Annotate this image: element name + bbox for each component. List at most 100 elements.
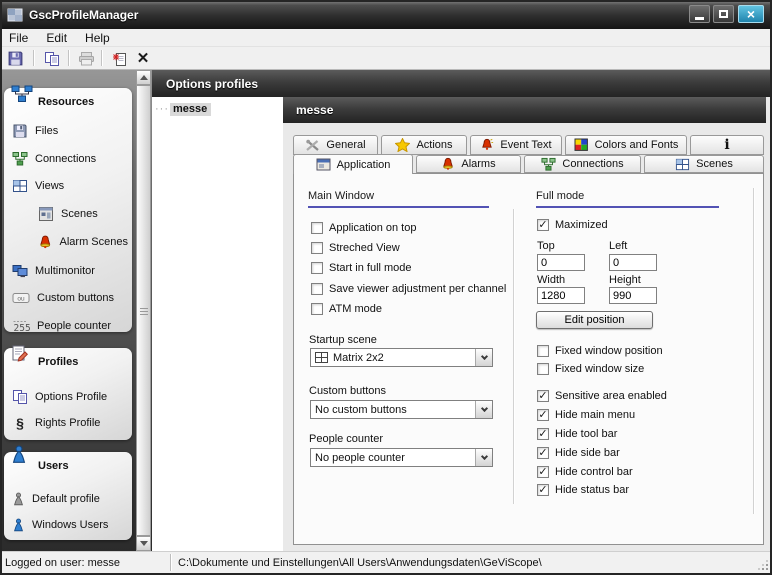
- dropdown-arrow-button[interactable]: [475, 349, 492, 366]
- sidebar-scrollbar[interactable]: [136, 70, 151, 551]
- checkbox[interactable]: [537, 219, 549, 231]
- scroll-up-button[interactable]: [136, 70, 151, 85]
- sidebar-item-rights-profile[interactable]: § Rights Profile: [12, 414, 124, 432]
- menu-help[interactable]: Help: [76, 29, 119, 47]
- checkbox-hide-control-bar[interactable]: Hide control bar: [537, 465, 633, 479]
- menu-bar: File Edit Help: [0, 29, 772, 47]
- custom-buttons-dropdown[interactable]: No custom buttons: [310, 400, 493, 419]
- close-button[interactable]: ×: [738, 5, 764, 23]
- thumb-grip: [140, 308, 148, 309]
- maximize-button[interactable]: [713, 5, 734, 23]
- tab-info[interactable]: i: [690, 135, 764, 155]
- tree-item-messe[interactable]: ··· messe: [155, 101, 211, 117]
- scroll-down-button[interactable]: [136, 536, 151, 551]
- people-counter-dropdown[interactable]: No people counter: [310, 448, 493, 467]
- width-input[interactable]: [537, 287, 585, 304]
- tab-application[interactable]: Application: [293, 154, 413, 174]
- tab-general[interactable]: General: [293, 135, 378, 155]
- sidebar-item-views[interactable]: Views: [12, 177, 124, 195]
- checkbox-streched-view[interactable]: Streched View: [311, 241, 400, 255]
- edit-position-button[interactable]: Edit position: [536, 311, 653, 329]
- colors-icon: [574, 138, 589, 152]
- checkbox-application-on-top[interactable]: Application on top: [311, 221, 416, 235]
- dropdown-arrow-button[interactable]: [475, 449, 492, 466]
- checkbox-save-viewer-adjustment[interactable]: Save viewer adjustment per channel: [311, 282, 506, 296]
- left-input[interactable]: [609, 254, 657, 271]
- tab-event-text[interactable]: Event Text: [470, 135, 562, 155]
- profiles-icon: [10, 344, 30, 367]
- resize-grip[interactable]: [766, 568, 768, 570]
- checkbox[interactable]: [537, 447, 549, 459]
- save-button[interactable]: [4, 49, 26, 68]
- checkbox[interactable]: [311, 222, 323, 234]
- checkbox[interactable]: [537, 466, 549, 478]
- tab-connections[interactable]: Connections: [524, 155, 641, 173]
- checkbox-label: Streched View: [329, 242, 400, 254]
- print-button: [75, 49, 97, 68]
- checkbox[interactable]: [537, 390, 549, 402]
- checkbox-atm-mode[interactable]: ATM mode: [311, 302, 382, 316]
- info-icon: i: [724, 137, 729, 153]
- sidebar-item-scenes[interactable]: Scenes: [38, 205, 128, 223]
- delete-button[interactable]: ✕: [132, 49, 154, 68]
- monitors-icon: [12, 263, 28, 279]
- sidebar-item-alarm-scenes[interactable]: Alarm Scenes: [38, 233, 128, 251]
- sidebar-item-files[interactable]: Files: [12, 122, 124, 140]
- copy-button[interactable]: [41, 49, 63, 68]
- menu-file[interactable]: File: [0, 29, 37, 47]
- app-window: GscProfileManager × File Edit Help ✕: [0, 0, 772, 575]
- checkbox-hide-status-bar[interactable]: Hide status bar: [537, 483, 629, 497]
- sidebar-section-title: Resources: [38, 96, 94, 108]
- bell-icon: [441, 157, 455, 171]
- checkbox-label: Fixed window size: [555, 363, 644, 375]
- checkbox[interactable]: [311, 242, 323, 254]
- tab-scenes[interactable]: Scenes: [644, 155, 764, 173]
- checkbox[interactable]: [537, 428, 549, 440]
- checkbox-maximized[interactable]: Maximized: [537, 218, 608, 232]
- sidebar-item-label: Views: [35, 180, 64, 192]
- main-window-underline: [308, 206, 489, 208]
- tab-colors-and-fonts[interactable]: Colors and Fonts: [565, 135, 687, 155]
- checkbox-start-in-full-mode[interactable]: Start in full mode: [311, 261, 412, 275]
- sidebar-item-people-counter[interactable]: 255 People counter: [12, 317, 124, 335]
- sidebar-item-multimonitor[interactable]: Multimonitor: [12, 262, 124, 280]
- custom-buttons-label: Custom buttons: [309, 385, 386, 397]
- checkbox[interactable]: [311, 262, 323, 274]
- checkbox-hide-side-bar[interactable]: Hide side bar: [537, 446, 620, 460]
- checkbox[interactable]: [537, 363, 549, 375]
- person-blue-icon: [12, 518, 25, 533]
- minimize-button[interactable]: [689, 5, 710, 23]
- tab-actions[interactable]: Actions: [381, 135, 467, 155]
- startup-scene-dropdown[interactable]: Matrix 2x2: [310, 348, 493, 367]
- checkbox-hide-main-menu[interactable]: Hide main menu: [537, 408, 635, 422]
- chevron-down-icon: [480, 404, 487, 411]
- full-mode-underline: [536, 206, 719, 208]
- checkbox[interactable]: [537, 345, 549, 357]
- tab-alarms[interactable]: Alarms: [416, 155, 521, 173]
- sidebar-item-windows-users[interactable]: Windows Users: [12, 516, 124, 534]
- title-bar: GscProfileManager ×: [0, 0, 772, 29]
- checkbox[interactable]: [537, 409, 549, 421]
- checkbox[interactable]: [311, 303, 323, 315]
- sidebar-item-default-profile[interactable]: Default profile: [12, 490, 124, 508]
- menu-edit[interactable]: Edit: [37, 29, 76, 47]
- scrollbar-thumb[interactable]: [136, 85, 151, 536]
- top-input[interactable]: [537, 254, 585, 271]
- sidebar-item-custom-buttons[interactable]: ou Custom buttons: [12, 289, 124, 307]
- checkbox[interactable]: [537, 484, 549, 496]
- tools-icon: [305, 139, 320, 152]
- button-icon: ou: [12, 291, 30, 305]
- sidebar-item-connections[interactable]: Connections: [12, 150, 124, 168]
- checkbox-fixed-window-position[interactable]: Fixed window position: [537, 344, 663, 358]
- dropdown-arrow-button[interactable]: [475, 401, 492, 418]
- checkbox-hide-tool-bar[interactable]: Hide tool bar: [537, 427, 617, 441]
- checkbox-fixed-window-size[interactable]: Fixed window size: [537, 362, 644, 376]
- chevron-down-icon: [480, 452, 487, 459]
- height-input[interactable]: [609, 287, 657, 304]
- validate-button[interactable]: [109, 49, 131, 68]
- checkbox[interactable]: [311, 283, 323, 295]
- checkbox-sensitive-area-enabled[interactable]: Sensitive area enabled: [537, 389, 667, 403]
- tab-label: Scenes: [696, 158, 733, 170]
- grid-icon: [12, 178, 28, 194]
- sidebar-item-options-profile[interactable]: Options Profile: [12, 388, 124, 406]
